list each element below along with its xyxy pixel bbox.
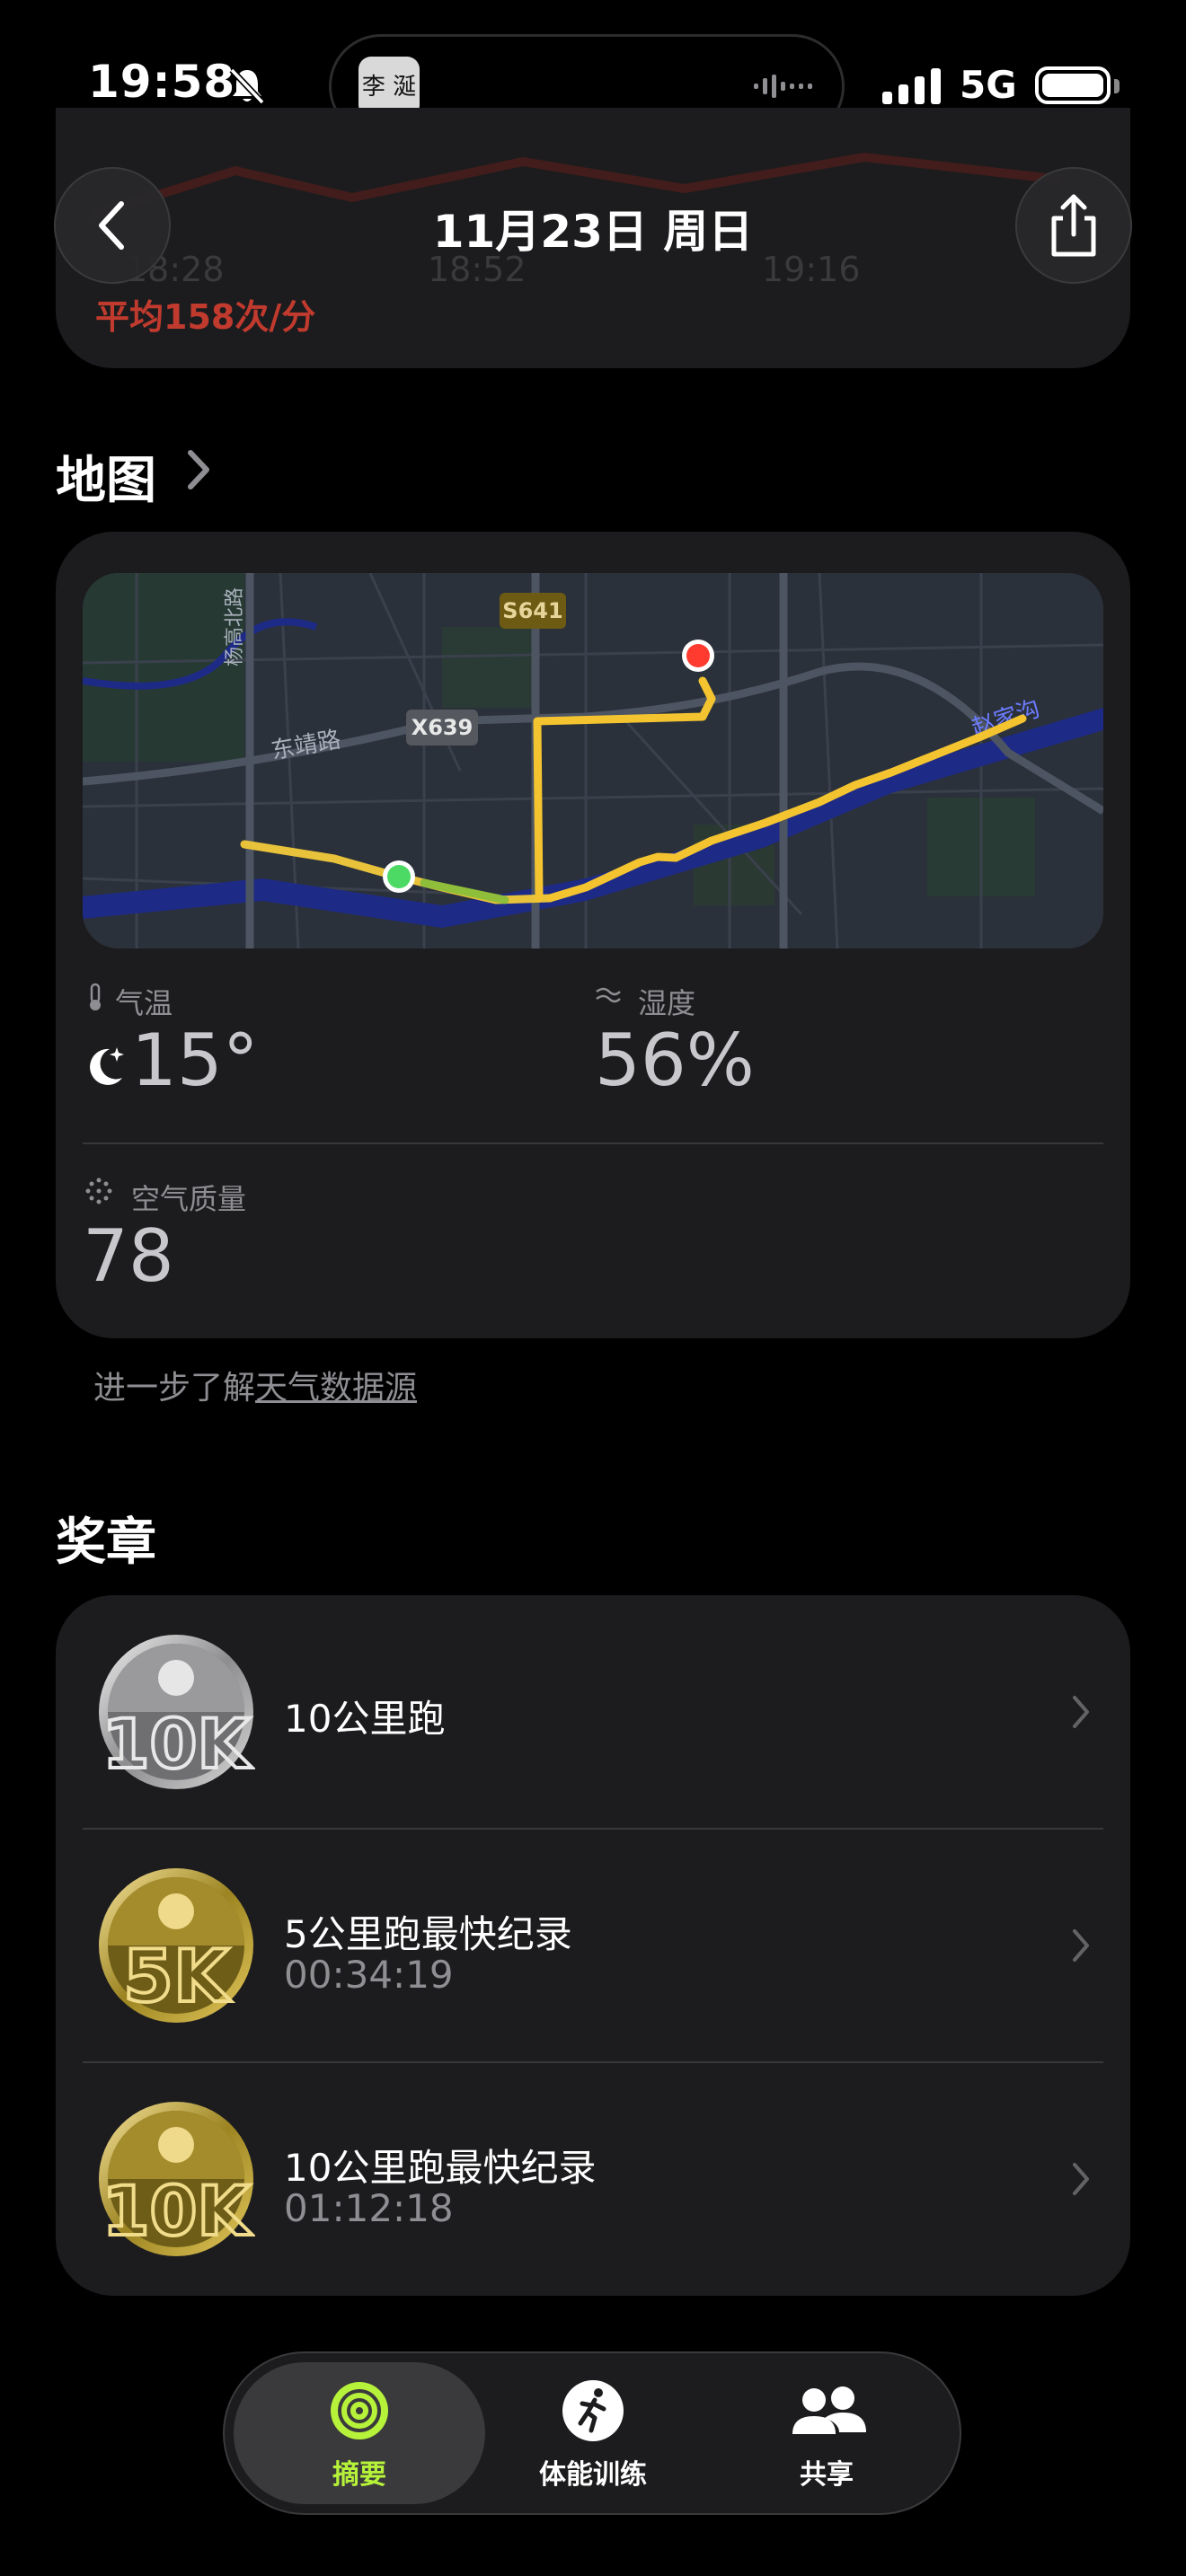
medal-label: 5K	[123, 1935, 232, 2018]
weather-source-link[interactable]: 天气数据源	[255, 1370, 417, 1407]
air-quality-icon	[85, 1178, 112, 1204]
award-row[interactable]: 10K 10公里跑	[56, 1595, 1130, 1829]
silver-10k-medal-icon: 10K	[99, 1635, 254, 1789]
route-start-marker	[387, 865, 411, 888]
back-button[interactable]	[54, 167, 171, 284]
awards-card: 10K 10公里跑 5K 5公里跑最快纪录 00:34:19 10K 10公里跑…	[56, 1595, 1130, 2296]
air-quality-label: 空气质量	[131, 1182, 247, 1216]
chevron-right-icon[interactable]	[185, 447, 212, 492]
award-subtitle: 01:12:18	[284, 2186, 454, 2230]
tab-label: 体能训练	[539, 2459, 647, 2491]
moon-stars-icon	[90, 1047, 124, 1085]
cellular-signal-icon	[882, 68, 941, 104]
bell-off-icon	[229, 67, 265, 105]
humidity-label: 湿度	[638, 986, 696, 1020]
page-title: 11月23日 周日	[432, 206, 754, 258]
route-map[interactable]: S641 X639 东靖路 赵家沟 杨高北路	[83, 573, 1103, 948]
thermometer-icon	[90, 983, 101, 1010]
street-label-vertical: 杨高北路	[224, 587, 246, 666]
share-icon	[1051, 194, 1096, 257]
activity-rings-icon	[331, 2382, 388, 2439]
medal-label: 10K	[102, 2171, 253, 2251]
award-row[interactable]: 5K 5公里跑最快纪录 00:34:19	[56, 1829, 1130, 2062]
battery-nub	[1114, 79, 1120, 93]
medal-label: 10K	[102, 1704, 253, 1784]
award-title: 10公里跑	[284, 1697, 446, 1741]
battery-icon	[1035, 66, 1111, 104]
tab-bar: 摘要 体能训练 共享	[223, 2351, 961, 2515]
award-title: 10公里跑最快纪录	[284, 2146, 597, 2190]
people-icon	[792, 2386, 866, 2434]
weather-source-prefix: 进一步了解	[93, 1370, 256, 1407]
tab-label: 共享	[800, 2459, 854, 2491]
awards-section-title: 奖章	[56, 1513, 156, 1572]
temperature-value: 15°	[131, 1019, 259, 1102]
award-subtitle: 00:34:19	[284, 1953, 454, 1997]
weather-source-note: 进一步了解天气数据源	[93, 1362, 417, 1408]
status-time: 19:58	[88, 56, 236, 108]
map-canvas: S641 X639 东靖路 赵家沟 杨高北路	[83, 573, 1103, 948]
humidity-value: 56%	[595, 1019, 755, 1102]
award-title: 5公里跑最快纪录	[284, 1912, 572, 1956]
network-type: 5G	[960, 63, 1017, 107]
tab-label: 摘要	[332, 2459, 386, 2491]
chevron-right-icon	[1073, 1929, 1089, 1962]
map-section-title[interactable]: 地图	[56, 440, 156, 513]
gold-10k-medal-icon: 10K	[99, 2102, 254, 2256]
running-figure-icon	[562, 2380, 624, 2441]
tab-sharing[interactable]: 共享	[701, 2362, 952, 2504]
chevron-left-icon	[99, 201, 124, 250]
share-button[interactable]	[1015, 167, 1132, 284]
award-row[interactable]: 10K 10公里跑最快纪录 01:12:18	[56, 2062, 1130, 2296]
chevron-right-icon	[1073, 2163, 1089, 2195]
temperature-label: 气温	[115, 986, 173, 1020]
chevron-right-icon	[1073, 1696, 1089, 1728]
road-badge-s641: S641	[502, 598, 562, 623]
audio-wave-icon	[754, 75, 812, 98]
gold-5k-medal-icon: 5K	[99, 1868, 253, 2023]
humidity-icon	[596, 987, 621, 1003]
tab-summary[interactable]: 摘要	[234, 2362, 485, 2504]
divider	[83, 1142, 1103, 1144]
map-weather-card: S641 X639 东靖路 赵家沟 杨高北路 气温 15° 湿度 56% 空气质…	[56, 532, 1130, 1338]
tab-workouts[interactable]: 体能训练	[467, 2362, 719, 2504]
average-heart-rate: 平均158次/分	[95, 297, 316, 337]
route-end-marker	[686, 644, 710, 667]
air-quality-value: 78	[83, 1214, 174, 1298]
road-badge-x639: X639	[412, 715, 474, 740]
